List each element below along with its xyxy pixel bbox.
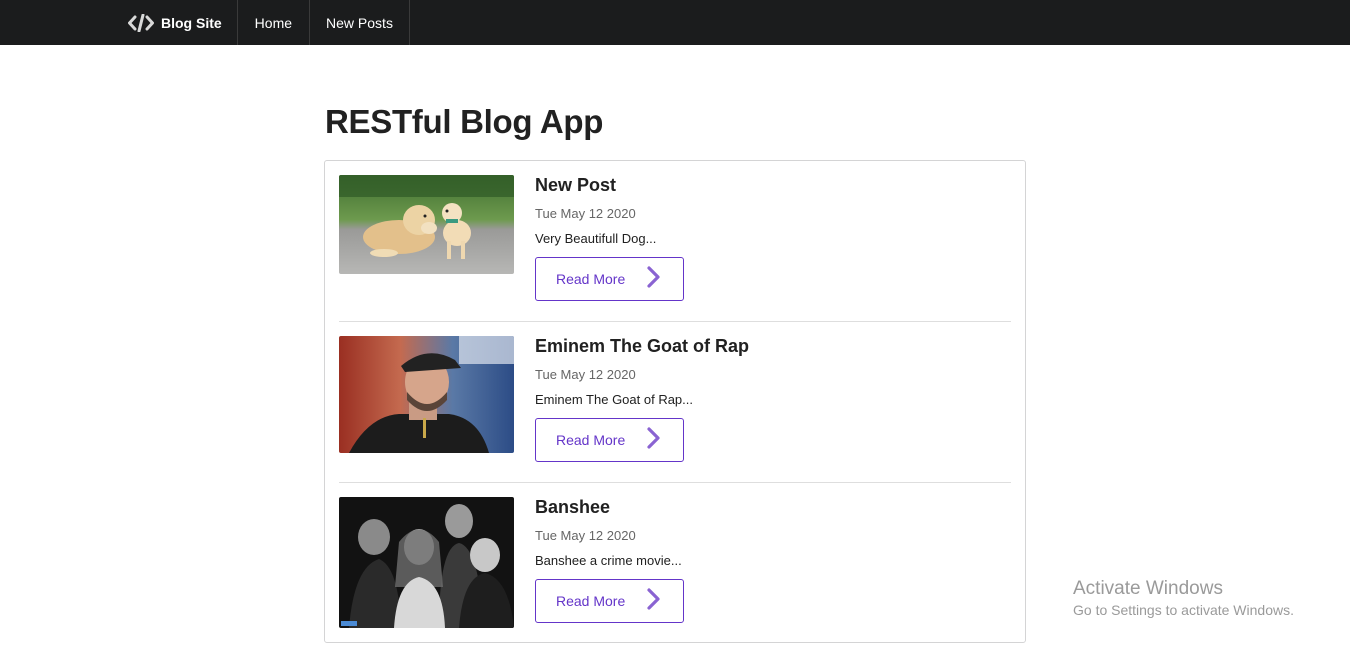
post-item: New Post Tue May 12 2020 Very Beautifull…	[339, 175, 1011, 305]
post-date: Tue May 12 2020	[535, 206, 636, 221]
read-more-label: Read More	[556, 593, 626, 609]
post-date: Tue May 12 2020	[535, 528, 636, 543]
watermark-subtitle: Go to Settings to activate Windows.	[1073, 602, 1294, 618]
chevron-right-icon	[647, 265, 661, 292]
post-item: Banshee Tue May 12 2020 Banshee a crime …	[339, 497, 1011, 629]
read-more-label: Read More	[556, 432, 626, 448]
navbar-menu: Blog Site Home New Posts	[112, 0, 410, 45]
code-icon	[128, 13, 154, 32]
post-excerpt: Eminem The Goat of Rap...	[535, 392, 693, 407]
read-more-button[interactable]: Read More	[535, 418, 684, 462]
post-title[interactable]: Eminem The Goat of Rap	[535, 336, 749, 357]
post-excerpt: Very Beautifull Dog...	[535, 231, 657, 246]
read-more-label: Read More	[556, 271, 626, 287]
top-navbar: Blog Site Home New Posts	[0, 0, 1350, 45]
post-divider	[339, 482, 1011, 483]
post-title[interactable]: New Post	[535, 175, 616, 196]
nav-item-new-posts[interactable]: New Posts	[310, 0, 410, 45]
post-divider	[339, 321, 1011, 322]
watermark-title: Activate Windows	[1073, 578, 1223, 599]
post-thumbnail[interactable]	[339, 336, 514, 453]
post-date: Tue May 12 2020	[535, 367, 636, 382]
activate-windows-watermark: Activate Windows Go to Settings to activ…	[1073, 578, 1294, 618]
read-more-button[interactable]: Read More	[535, 579, 684, 623]
brand-label: Blog Site	[161, 14, 222, 31]
chevron-right-icon	[647, 426, 661, 453]
post-title[interactable]: Banshee	[535, 497, 610, 518]
nav-item-home[interactable]: Home	[238, 0, 311, 45]
post-thumbnail[interactable]	[339, 497, 514, 628]
post-excerpt: Banshee a crime movie...	[535, 553, 682, 568]
post-thumbnail[interactable]	[339, 175, 514, 274]
read-more-button[interactable]: Read More	[535, 257, 684, 301]
page-title: RESTful Blog App	[325, 103, 604, 140]
post-list: New Post Tue May 12 2020 Very Beautifull…	[324, 160, 1026, 643]
post-item: Eminem The Goat of Rap Tue May 12 2020 E…	[339, 336, 1011, 466]
brand-link[interactable]: Blog Site	[112, 0, 238, 45]
chevron-right-icon	[647, 587, 661, 614]
